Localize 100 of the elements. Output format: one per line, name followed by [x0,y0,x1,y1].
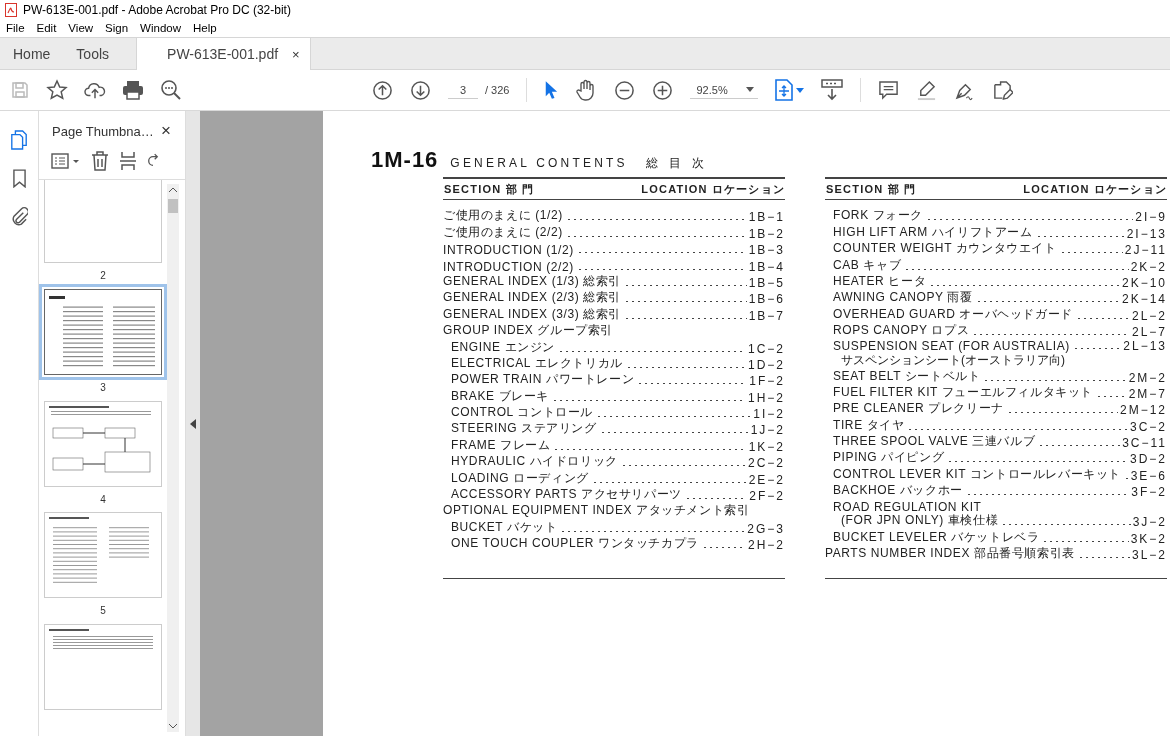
zoom-in-icon[interactable] [652,79,674,101]
entry-label: BUCKET LEVELER バケットレベラ [833,528,1040,546]
entry-label: BRAKE ブレーキ [451,387,549,405]
page-reference: 2M−2 [1128,370,1167,385]
entry-label: POWER TRAIN パワートレーン [451,371,635,389]
menu-item[interactable]: Sign [105,22,129,34]
page-number-label: 3 [100,381,106,393]
close-icon[interactable]: × [292,46,300,62]
menu-item[interactable]: File [6,22,25,34]
entry-label: FORK フォーク [833,207,924,225]
group-heading: GROUP INDEX グループ索引 [443,322,613,340]
entry-label: PRE CLEANER プレクリーナ [833,400,1004,418]
collapse-arrow-icon[interactable] [190,418,196,429]
entry-label: COUNTER WEIGHT カウンタウエイト [833,240,1057,258]
entry-label: HYDRAULIC ハイドロリック [451,453,618,471]
page-reference: 3D−2 [1129,452,1167,467]
scroll-down-icon[interactable] [169,723,177,729]
group-heading: OPTIONAL EQUIPMENT INDEX アタッチメント索引 [443,502,750,520]
page-reference: 3F−2 [1131,485,1167,500]
star-icon[interactable] [46,79,68,101]
edit-document-icon[interactable] [991,79,1013,101]
entry-label: PARTS NUMBER INDEX 部品番号順索引表 [825,545,1075,563]
tab[interactable]: PW-613E-001.pdf × [136,38,311,70]
arrow-down-circle-icon[interactable] [410,79,431,101]
page-reference: 1I−2 [753,407,785,422]
page-reference: 1D−2 [747,357,785,372]
page-insert-icon[interactable] [119,151,137,171]
menu-item[interactable]: Edit [36,22,57,34]
page-number-label: 4 [100,493,106,505]
pages-icon[interactable] [10,130,28,150]
entry-label: AWNING CANOPY 雨覆 [833,289,973,307]
cloud-upload-icon[interactable] [84,80,106,100]
comment-icon[interactable] [877,79,899,101]
entry-label: INTRODUCTION (2/2) [443,259,574,274]
page-number-label: 5 [100,605,106,617]
menu-item[interactable]: Window [140,22,181,34]
trash-icon[interactable] [91,151,109,171]
page-reference: 2L−13 [1123,339,1167,354]
menu-item[interactable]: View [68,22,94,34]
zoom-dropdown[interactable]: 92.5% [690,81,758,99]
entry-label: ご使用のまえに (1/2) [443,207,563,225]
column-header: SECTION 部 門 [444,182,535,197]
section-code: 1M-16 [371,147,439,173]
page-reference: 2H−2 [747,538,785,553]
entry-label: ONE TOUCH COUPLER ワンタッチカプラ [451,535,699,553]
entry-label: ROPS CANOPY ロプス [833,322,970,340]
entry-label: ENGINE エンジン [451,338,555,356]
entry-label: INTRODUCTION (1/2) [443,243,574,258]
scrollbar[interactable] [167,184,179,732]
page-reference: 2I−13 [1126,226,1167,241]
bookmark-icon[interactable] [12,169,26,188]
menu-item[interactable]: Help [193,22,217,34]
page-reference: 2K−14 [1121,292,1167,307]
entry-label: ELECTRICAL エレクトリカル [451,354,623,372]
entry-label: FUEL FILTER KIT フューエルフィルタキット [833,383,1093,401]
column-header: SECTION 部 門 [826,182,917,197]
document-title: GENERAL CONTENTS [450,155,628,171]
highlighter-icon[interactable] [915,79,937,101]
page-reference: 1F−2 [749,374,785,389]
arrow-up-circle-icon[interactable] [372,79,393,101]
dot-leader [1059,251,1123,255]
entry-label: TIRE タイヤ [833,416,905,434]
scroll-thumb[interactable] [168,199,178,213]
page-reference: 3C−2 [1129,419,1167,434]
page-reference: 3E−6 [1130,468,1167,483]
entry-label: STEERING ステアリング [451,420,597,438]
page-count: / 326 [485,84,510,96]
entry-label: BACKHOE バックホー [833,482,963,500]
entry-label: CAB キャブ [833,256,902,274]
page-reference: 1H−2 [747,390,785,405]
entry-label: BUCKET バケット [451,518,558,536]
options-menu-icon[interactable] [51,152,81,170]
fit-page-button[interactable] [774,79,804,101]
entry-label: CONTROL LEVER KIT コントロールレバーキット [833,465,1122,483]
scroll-up-icon[interactable] [169,187,177,193]
entry-label: CONTROL コントロール [451,404,593,422]
caret-icon[interactable] [795,87,804,93]
tab[interactable]: Tools [63,38,123,69]
page-reference: 2K−2 [1130,259,1167,274]
page-reference: 2G−3 [747,521,785,536]
print-icon[interactable] [122,80,144,100]
close-icon[interactable]: × [161,121,171,141]
scroll-mode-icon[interactable] [820,79,843,101]
entry-label: FRAME フレーム [451,436,551,454]
zoom-out-icon[interactable] [614,79,636,101]
entry-label: PIPING パイピング [833,449,945,467]
zoom-search-icon[interactable] [160,79,182,101]
tab[interactable]: Home [0,38,64,69]
page-reference: 1B−2 [748,226,785,241]
entry-heading: ROAD REGULATION KIT [833,500,982,515]
paperclip-icon[interactable] [10,207,28,226]
page-number-field[interactable]: 3 [448,81,478,99]
document-title-jp: 総 目 次 [645,155,709,172]
entry-label: SEAT BELT シートベルト [833,367,981,385]
page-reference: 1B−5 [748,275,785,290]
caret-icon[interactable] [745,87,754,92]
entry-label: GENERAL INDEX (2/3) 総索引 [443,289,622,307]
cursor-arrow-icon[interactable] [544,80,559,100]
page-reference: 3C−11 [1122,436,1167,451]
entry-label: HIGH LIFT ARM ハイリフトアーム [833,223,1033,241]
